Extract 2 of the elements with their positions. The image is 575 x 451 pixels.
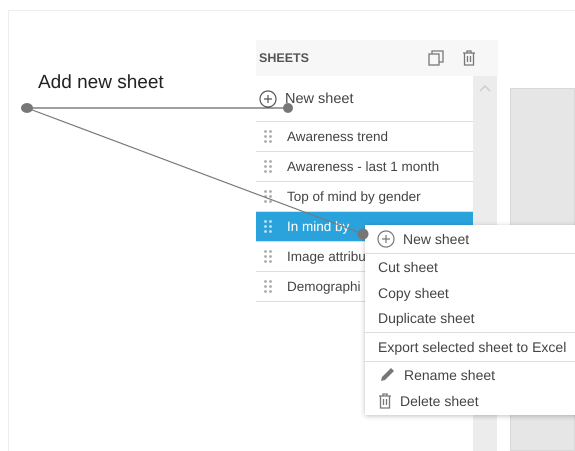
panel-title: SHEETS bbox=[259, 51, 310, 65]
annotation-label: Add new sheet bbox=[38, 72, 164, 94]
